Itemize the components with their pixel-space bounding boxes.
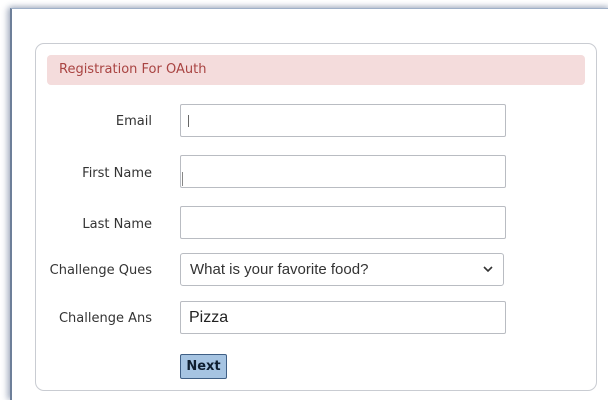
last-name-label: Last Name bbox=[82, 217, 152, 232]
challenge-question-select[interactable]: What is your favorite food? bbox=[180, 253, 504, 286]
last-name-field[interactable] bbox=[180, 206, 506, 239]
first-name-field[interactable] bbox=[180, 155, 506, 188]
text-caret bbox=[188, 115, 189, 127]
text-caret bbox=[182, 172, 183, 186]
email-label: Email bbox=[115, 114, 152, 129]
challenge-question-value: What is your favorite food? bbox=[190, 261, 369, 278]
panel-header: Registration For OAuth bbox=[47, 55, 585, 85]
email-field[interactable] bbox=[180, 104, 506, 137]
first-name-label: First Name bbox=[82, 166, 152, 181]
next-button[interactable]: Next bbox=[180, 354, 227, 379]
challenge-question-label: Challenge Ques bbox=[49, 263, 152, 278]
challenge-answer-field[interactable] bbox=[180, 301, 506, 334]
challenge-answer-label: Challenge Ans bbox=[58, 311, 152, 326]
chevron-down-icon bbox=[483, 266, 493, 273]
